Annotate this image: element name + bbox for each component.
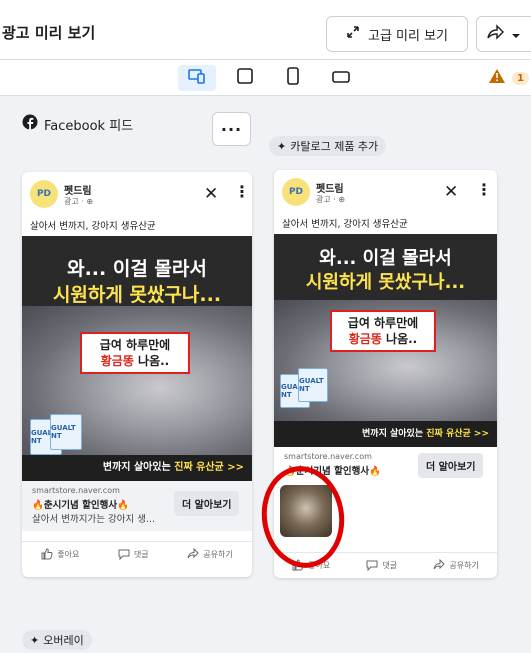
placement-label: Facebook 피드 [22,114,133,134]
creative-callout-box: 급여 하루만에 황금똥 나옴.. [80,332,190,375]
device-square-button[interactable] [226,65,264,91]
creative-headline-line2: 시원하게 못쌌구나... [52,284,222,306]
landscape-icon [331,69,351,88]
sponsored-label: 광고 · ⊕ [316,195,346,204]
learn-more-button[interactable]: 더 알아보기 [418,453,484,478]
primary-text: 살아서 변까지, 강아지 생유산균 [30,221,156,232]
creative-headline-line1: 와... 이걸 몰라서 [319,248,452,269]
comment-label: 댓글 [133,550,149,559]
share-icon [433,558,446,573]
thumbs-up-icon [41,547,53,562]
share-label: 공유하기 [449,561,479,570]
warning-icon [488,68,506,88]
strip-bold-text: 진짜 유산균 >> [174,462,244,473]
share-icon [187,547,199,562]
device-mobile-button[interactable] [274,65,312,91]
facebook-icon [22,114,38,134]
callout-line1: 급여 하루만에 [99,338,171,352]
like-label: 좋아요 [57,550,80,559]
callout-line1: 급여 하루만에 [347,316,419,330]
warning-count-badge: 1 [512,71,529,85]
comment-button[interactable]: 댓글 [366,559,397,573]
device-multi-button[interactable] [178,65,216,91]
comment-icon [118,548,130,562]
top-bar: 광고 미리 보기 고급 미리 보기 [0,0,531,60]
creative-headline-line1: 와... 이걸 몰라서 [67,258,207,280]
close-icon[interactable]: ✕ [204,184,218,204]
sparkle-icon: ✦ [30,633,40,647]
advanced-preview-label: 고급 미리 보기 [367,28,449,44]
overlay-chip[interactable]: ✦ 오버레이 [22,630,92,650]
link-headline: 🔥춘시기념 할인행사🔥 [32,500,129,511]
warning-indicator[interactable]: 1 [488,68,529,88]
creative-headline-line2: 시원하게 못쌌구나... [305,272,466,293]
device-landscape-button[interactable] [322,65,360,91]
comment-button[interactable]: 댓글 [118,548,149,562]
primary-text: 살아서 변까지, 강아지 생유산균 [282,219,408,230]
more-horizontal-icon: ··· [220,119,243,139]
comment-label: 댓글 [382,561,398,570]
ad-card-header: PD 펫드림 광고 · ⊕ ✕ ⋮ [22,172,252,218]
callout-highlight: 황금똥 [348,332,382,347]
close-icon[interactable]: ✕ [444,182,458,202]
callout-highlight: 황금똥 [100,354,134,369]
creative-callout-box: 급여 하루만에 황금똥 나옴.. [330,310,436,353]
creative-bottom-strip: 변까지 살아있는 진짜 유산균 >> [22,455,252,481]
link-domain: smartstore.naver.com [32,486,120,495]
product-box-image: GUALT NT [50,414,82,450]
page-name: 펫드림 [64,186,92,197]
kebab-menu-icon[interactable]: ⋮ [476,180,492,199]
link-preview[interactable]: smartstore.naver.com 🔥춘시기념 할인행사🔥 살아서 변까지… [22,481,252,531]
page-name: 펫드림 [316,184,344,195]
share-button[interactable]: 공유하기 [433,558,479,573]
overlay-chip-label: 오버레이 [43,634,84,647]
share-button[interactable]: 공유하기 [187,547,233,562]
share-arrow-icon [487,24,505,44]
strip-bold-text: 진짜 유산균 >> [426,429,489,439]
chevron-down-icon [511,25,521,44]
share-label: 공유하기 [203,550,233,559]
avatar: PD [30,180,58,208]
callout-line2-rest: 나옴.. [133,354,170,369]
advanced-preview-button[interactable]: 고급 미리 보기 [326,16,468,52]
expand-icon [346,25,360,43]
product-box-image: GUALT NT [298,368,328,402]
sparkle-icon: ✦ [277,139,287,153]
more-options-button[interactable]: ··· [212,112,251,146]
placement-label-text: Facebook 피드 [44,118,134,134]
catalog-chip[interactable]: ✦ 카탈로그 제품 추가 [269,136,387,156]
phone-icon [286,67,300,89]
creative-bottom-strip: 변까지 살아있는 진짜 유산균 >> [274,421,497,447]
action-bar: 좋아요 댓글 공유하기 [22,541,252,567]
ad-card-header: PD 펫드림 광고 · ⊕ ✕ ⋮ [274,170,497,216]
sponsored-label: 광고 · ⊕ [64,197,94,206]
share-menu-button[interactable] [476,16,531,52]
link-description: 살아서 변까지가는 강아지 생... [32,514,155,525]
like-button[interactable]: 좋아요 [41,547,80,562]
multi-device-icon [187,68,207,88]
kebab-menu-icon[interactable]: ⋮ [234,182,250,201]
strip-text: 변까지 살아있는 [102,462,175,473]
catalog-chip-label: 카탈로그 제품 추가 [290,140,379,153]
ad-creative-image[interactable]: 와... 이걸 몰라서 시원하게 못쌌구나... 급여 하루만에 황금똥 나옴.… [274,234,497,447]
strip-text: 변까지 살아있는 [362,429,427,439]
square-icon [236,67,254,89]
callout-line2-rest: 나옴.. [381,332,418,347]
page-title: 광고 미리 보기 [2,24,96,42]
avatar: PD [282,178,310,206]
learn-more-button[interactable]: 더 알아보기 [174,491,240,516]
device-toggle-bar: 1 [0,60,531,96]
comment-icon [366,559,378,573]
link-domain: smartstore.naver.com [284,452,372,461]
ad-creative-image[interactable]: 와... 이걸 몰라서 시원하게 못쌌구나... 급여 하루만에 황금똥 나옴.… [22,236,252,481]
ad-preview-card: PD 펫드림 광고 · ⊕ ✕ ⋮ 살아서 변까지, 강아지 생유산균 와...… [22,172,252,577]
